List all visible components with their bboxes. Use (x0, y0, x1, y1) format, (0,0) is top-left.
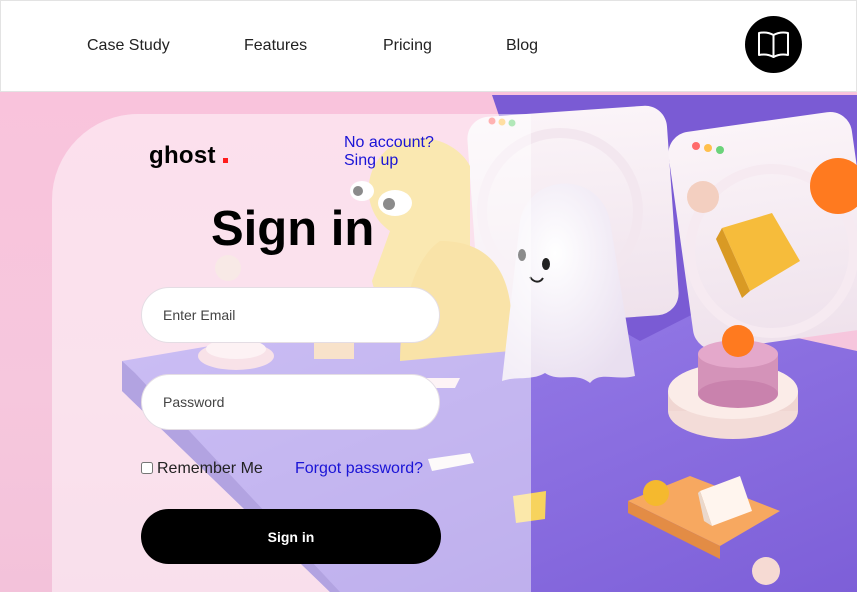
book-menu-button[interactable] (745, 16, 802, 73)
page-title: Sign in (211, 202, 375, 256)
brand-logo: ghost (149, 142, 216, 169)
top-navigation: Case Study Features Pricing Blog (0, 0, 857, 92)
email-input[interactable] (141, 287, 440, 343)
page: Case Study Features Pricing Blog ghost N… (0, 0, 857, 592)
nav-features[interactable]: Features (244, 37, 307, 55)
forgot-password-link[interactable]: Forgot password? (295, 460, 423, 478)
signin-button[interactable]: Sign in (141, 509, 441, 564)
signup-link[interactable]: No account? Sing up (344, 134, 434, 170)
nav-case-study[interactable]: Case Study (87, 37, 170, 55)
brand-dot (223, 158, 228, 163)
open-book-icon (758, 31, 789, 58)
nav-blog[interactable]: Blog (506, 37, 538, 55)
remember-me-control[interactable]: Remember Me (141, 460, 263, 478)
no-account-text: No account? (344, 134, 434, 151)
signup-text[interactable]: Sing up (344, 152, 434, 170)
remember-me-checkbox[interactable] (141, 462, 153, 474)
password-input[interactable] (141, 374, 440, 430)
remember-me-label: Remember Me (157, 460, 263, 477)
nav-pricing[interactable]: Pricing (383, 37, 432, 55)
